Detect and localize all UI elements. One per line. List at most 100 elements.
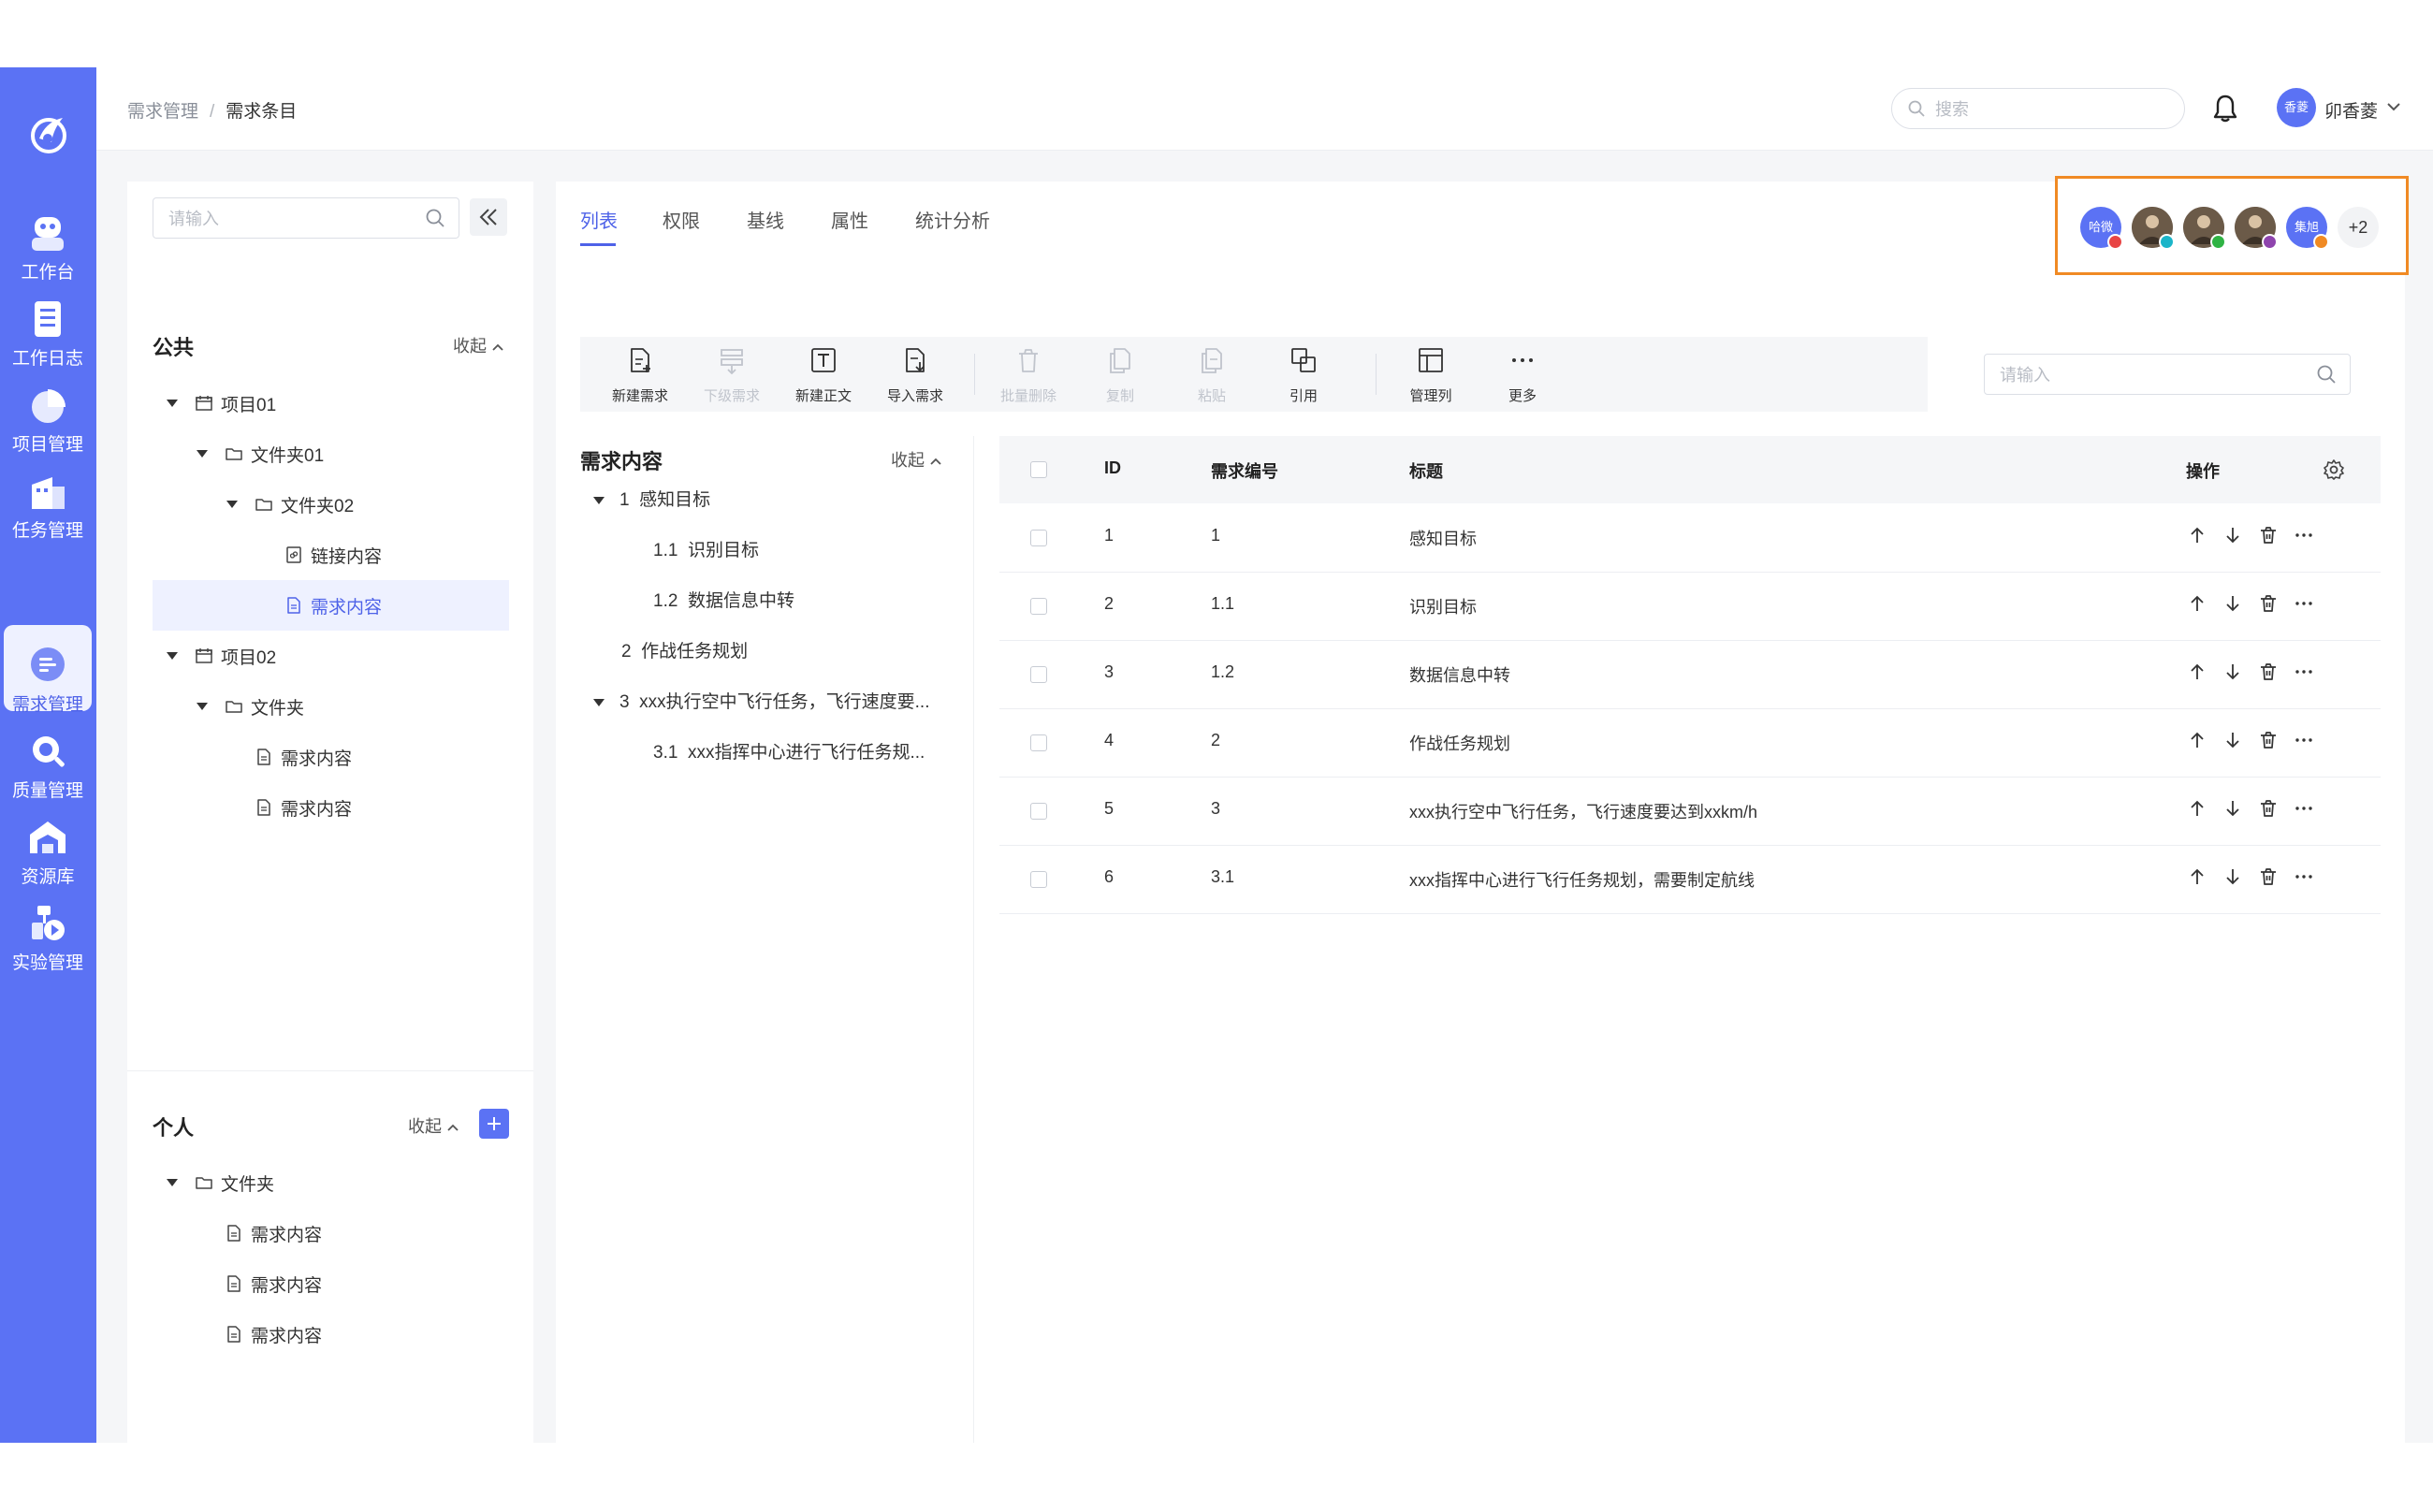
table-search-input[interactable] [1998,362,2301,388]
breadcrumb-item[interactable]: 需求管理 [127,102,198,122]
tree-search-input[interactable] [167,206,414,232]
copy-button[interactable]: 复制 [1080,337,1160,412]
trash-icon[interactable] [2257,524,2280,546]
tree-search[interactable] [153,197,459,239]
manage-columns-button[interactable]: 管理列 [1391,337,1471,412]
user-name[interactable]: 卯香菱 [2324,97,2378,123]
cell-title[interactable]: xxx指挥中心进行飞行任务规划，需要制定航线 [1409,867,1755,892]
tree-item-project[interactable]: 项目01 [167,378,494,429]
bell-icon[interactable] [2211,94,2239,124]
trash-icon[interactable] [2257,592,2280,615]
arrow-up-icon[interactable] [2186,592,2208,615]
row-checkbox[interactable] [1030,734,1047,751]
reference-button[interactable]: 引用 [1263,337,1344,412]
outline-item[interactable]: 1.2 数据信息中转 [653,588,794,616]
arrow-up-icon[interactable] [2186,524,2208,546]
table-row[interactable]: 1 1 感知目标 [999,503,2381,573]
collaborator-avatar-photo[interactable] [2132,207,2175,250]
tree-item-document[interactable]: 需求内容 [255,782,494,833]
table-row[interactable]: 2 1.1 识别目标 [999,572,2381,641]
nav-task[interactable]: 任务管理 [4,451,92,541]
trash-icon[interactable] [2257,729,2280,751]
caret-down-icon[interactable] [593,496,605,504]
cell-title[interactable]: 作战任务规划 [1409,731,1510,755]
outline-item[interactable]: 1.1 识别目标 [653,537,759,565]
nav-workbench[interactable]: 工作台 [4,193,92,283]
nav-experiment[interactable]: 实验管理 [4,883,92,973]
caret-down-icon[interactable] [167,1179,178,1186]
cell-title[interactable]: 识别目标 [1409,594,1477,618]
arrow-down-icon[interactable] [2222,865,2244,888]
outline-item[interactable]: 3 xxx执行空中飞行任务，飞行速度要... [593,689,929,717]
outline-item[interactable]: 3.1 xxx指挥中心进行飞行任务规... [653,739,925,767]
arrow-up-icon[interactable] [2186,661,2208,683]
tab-baseline[interactable]: 基线 [747,206,784,233]
caret-down-icon[interactable] [167,400,178,407]
caret-down-icon[interactable] [226,501,238,508]
outline-collapse-toggle[interactable]: 收起 [891,447,942,472]
tab-statistics[interactable]: 统计分析 [915,206,990,233]
child-requirement-button[interactable]: 下级需求 [692,337,772,412]
collapse-panel-button[interactable] [470,198,507,236]
nav-resource[interactable]: 资源库 [4,797,92,887]
tree-item-folder[interactable]: 文件夹 [197,681,494,732]
tab-permissions[interactable]: 权限 [663,206,700,233]
new-requirement-button[interactable]: 新建需求 [600,337,680,412]
tab-attributes[interactable]: 属性 [831,206,868,233]
arrow-up-icon[interactable] [2186,797,2208,820]
tree-item-folder[interactable]: 文件夹 [167,1157,494,1208]
trash-icon[interactable] [2257,797,2280,820]
tab-list[interactable]: 列表 [580,206,618,233]
nav-project[interactable]: 项目管理 [4,365,92,455]
table-row[interactable]: 5 3 xxx执行空中飞行任务，飞行速度要达到xxkm/h [999,777,2381,846]
nav-worklog[interactable]: 工作日志 [4,279,92,369]
nav-quality[interactable]: 质量管理 [4,711,92,801]
user-avatar[interactable]: 香菱 [2277,88,2316,127]
personal-collapse-toggle[interactable]: 收起 [408,1113,459,1138]
batch-delete-button[interactable]: 批量删除 [988,337,1069,412]
row-checkbox[interactable] [1030,530,1047,546]
add-item-button[interactable] [479,1109,509,1139]
search-icon[interactable] [425,208,445,228]
trash-icon[interactable] [2257,865,2280,888]
search-icon[interactable] [2316,364,2337,385]
tree-item-document[interactable]: 需求内容 [225,1309,494,1359]
tree-item-project[interactable]: 项目02 [167,631,494,681]
collaborator-avatar[interactable]: 哈微 [2080,207,2123,250]
row-checkbox[interactable] [1030,803,1047,820]
column-header-title[interactable]: 标题 [1409,458,1443,483]
cell-title[interactable]: 数据信息中转 [1409,662,1510,687]
public-collapse-toggle[interactable]: 收起 [453,333,504,357]
arrow-down-icon[interactable] [2222,797,2244,820]
tree-item-folder[interactable]: 文件夹01 [197,429,494,479]
tree-item-document[interactable]: 需求内容 [225,1208,494,1258]
table-row[interactable]: 3 1.2 数据信息中转 [999,640,2381,709]
nav-requirement[interactable]: 需求管理 [4,625,92,715]
arrow-down-icon[interactable] [2222,729,2244,751]
collaborator-avatar[interactable]: 集旭 [2286,207,2329,250]
new-text-button[interactable]: 新建正文 [783,337,864,412]
gear-icon[interactable] [2323,458,2345,481]
arrow-down-icon[interactable] [2222,524,2244,546]
table-row[interactable]: 6 3.1 xxx指挥中心进行飞行任务规划，需要制定航线 [999,845,2381,914]
arrow-up-icon[interactable] [2186,865,2208,888]
row-checkbox[interactable] [1030,871,1047,888]
trash-icon[interactable] [2257,661,2280,683]
more-collaborators-badge[interactable]: +2 [2338,207,2379,248]
tree-item-folder[interactable]: 文件夹02 [226,479,494,530]
more-dots-icon[interactable] [2293,661,2315,683]
outline-item[interactable]: 1 感知目标 [593,487,710,515]
more-dots-icon[interactable] [2293,729,2315,751]
arrow-down-icon[interactable] [2222,592,2244,615]
arrow-up-icon[interactable] [2186,729,2208,751]
global-search-input[interactable] [1933,96,2171,123]
collaborator-avatar-photo[interactable] [2183,207,2226,250]
caret-down-icon[interactable] [197,450,208,458]
arrow-down-icon[interactable] [2222,661,2244,683]
tree-item-document[interactable]: 需求内容 [255,732,494,782]
cell-title[interactable]: xxx执行空中飞行任务，飞行速度要达到xxkm/h [1409,799,1757,823]
more-dots-icon[interactable] [2293,865,2315,888]
caret-down-icon[interactable] [197,703,208,710]
collaborator-avatar-photo[interactable] [2235,207,2278,250]
row-checkbox[interactable] [1030,666,1047,683]
